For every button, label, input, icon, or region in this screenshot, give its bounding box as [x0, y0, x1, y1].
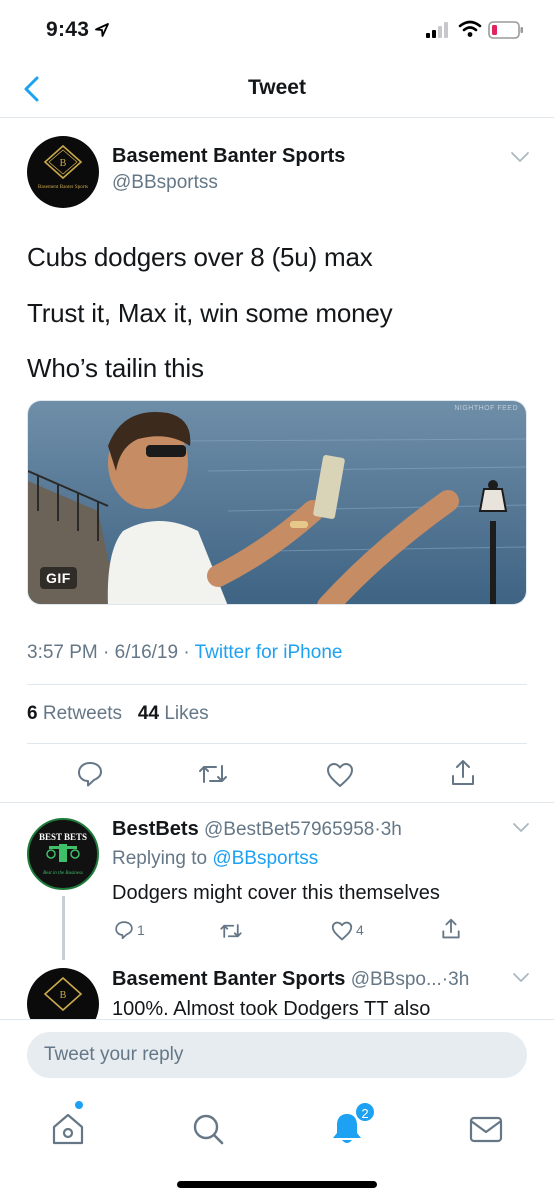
tweet-stats: 6 Retweets 44 Likes: [27, 703, 209, 725]
share-icon[interactable]: [450, 758, 476, 788]
share-icon[interactable]: [441, 917, 461, 941]
reply-author-handle[interactable]: @BBspo...: [351, 969, 442, 990]
author-avatar[interactable]: B Basement Banter Sports: [27, 136, 99, 208]
chevron-down-icon[interactable]: [510, 150, 530, 164]
gif-badge: GIF: [40, 567, 77, 589]
tweet-source-link[interactable]: Twitter for iPhone: [195, 642, 343, 663]
like-icon[interactable]: [331, 921, 353, 941]
reply-header: Basement Banter Sports @BBspo...·3h: [112, 968, 469, 991]
wifi-icon: [458, 20, 482, 37]
tweet-text-line: Who’s tailin this: [27, 353, 204, 383]
battery-low-icon: [488, 21, 523, 39]
status-bar: 9:43: [0, 0, 554, 60]
likes-stat[interactable]: 44 Likes: [138, 703, 209, 724]
reply-count: 1: [137, 922, 145, 938]
compose-bar: [0, 1019, 554, 1091]
reply-author-name[interactable]: Basement Banter Sports: [112, 968, 345, 990]
retweet-icon[interactable]: [198, 762, 228, 786]
like-icon[interactable]: [326, 762, 354, 788]
chevron-down-icon[interactable]: [512, 822, 530, 834]
reply-author-name[interactable]: BestBets: [112, 818, 199, 840]
likes-count: 44: [137, 703, 160, 724]
home-icon[interactable]: [48, 1109, 88, 1149]
svg-text:B: B: [60, 158, 67, 169]
retweets-count: 6: [27, 703, 38, 724]
author-handle[interactable]: @BBsportss: [112, 172, 218, 194]
reply-author-handle[interactable]: @BestBet57965958: [204, 819, 374, 840]
messages-icon[interactable]: [466, 1109, 506, 1149]
search-icon[interactable]: [188, 1109, 228, 1149]
reply-avatar[interactable]: BEST BETS Best in the Business: [27, 818, 99, 890]
page-title: Tweet: [248, 76, 306, 99]
tweet-meta: 3:57 PM · 6/16/19 · Twitter for iPhone: [27, 642, 342, 664]
retweets-label: Retweets: [42, 703, 123, 724]
home-unread-dot: [75, 1101, 83, 1109]
reply-header: BestBets @BestBet57965958·3h: [112, 818, 402, 841]
likes-label: Likes: [164, 703, 209, 724]
tweet-time: 3:57 PM: [27, 642, 98, 663]
nav-bar: Tweet: [0, 60, 554, 118]
author-name[interactable]: Basement Banter Sports: [112, 145, 345, 168]
divider: [27, 743, 527, 744]
tweet-text-line: Cubs dodgers over 8 (5u) max: [27, 242, 373, 272]
signal-icon: [426, 22, 448, 38]
reply-text: Dodgers might cover this themselves: [112, 882, 440, 904]
reply-icon[interactable]: [76, 760, 104, 788]
brand-logo: BEST BETS Best in the Business: [39, 832, 87, 876]
brand-logo: B Basement Banter Sports: [38, 144, 88, 190]
reply-time: 3h: [448, 969, 470, 990]
gif-watermark: NIGHTHOF FEED: [454, 405, 518, 412]
reply-time: 3h: [380, 819, 402, 840]
tweet-date: 6/16/19: [114, 642, 179, 663]
divider: [27, 684, 527, 685]
home-indicator[interactable]: [177, 1181, 377, 1188]
status-time: 9:43: [46, 18, 90, 41]
location-arrow-icon: [95, 23, 109, 37]
svg-text:Best in the Business: Best in the Business: [43, 871, 83, 876]
reply-icon[interactable]: [114, 920, 134, 940]
svg-text:B: B: [60, 990, 67, 1001]
meta-separator: ·: [103, 642, 110, 663]
tweet-text-line: Trust it, Max it, win some money: [27, 298, 393, 328]
retweet-icon[interactable]: [219, 922, 243, 940]
like-count: 4: [356, 922, 364, 938]
gif-media[interactable]: NIGHTHOF FEED GIF: [27, 400, 527, 605]
meta-separator: ·: [183, 642, 190, 663]
chevron-down-icon[interactable]: [512, 972, 530, 984]
reply-text: 100%. Almost took Dodgers TT also: [112, 998, 431, 1020]
replying-to-handle[interactable]: @BBsportss: [212, 848, 318, 869]
svg-text:BEST BETS: BEST BETS: [39, 832, 87, 842]
divider: [0, 802, 554, 803]
svg-text:Basement Banter Sports: Basement Banter Sports: [38, 184, 88, 190]
reply-input[interactable]: [27, 1032, 527, 1078]
retweets-stat[interactable]: 6 Retweets: [27, 703, 122, 724]
notification-badge: 2: [354, 1101, 376, 1123]
replying-to-label: Replying to: [112, 848, 208, 869]
gif-image: [28, 401, 526, 604]
replying-to: Replying to @BBsportss: [112, 848, 318, 870]
thread-line: [62, 896, 65, 960]
